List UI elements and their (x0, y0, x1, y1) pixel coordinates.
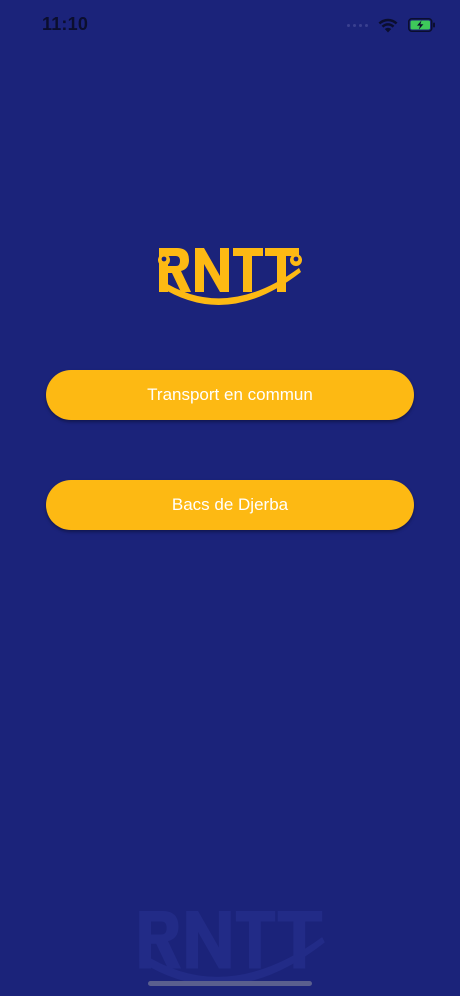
battery-charging-icon (408, 18, 435, 32)
home-indicator[interactable] (148, 981, 312, 986)
status-time: 11:10 (42, 14, 89, 34)
rntt-watermark-logo (139, 911, 325, 986)
rntt-logo (158, 248, 302, 305)
status-bar: 11:10 (0, 0, 460, 50)
app-screen: 11:10 Transport en commun Bacs de Djerba (0, 0, 460, 996)
wifi-icon (378, 18, 398, 32)
transport-en-commun-button[interactable]: Transport en commun (46, 370, 414, 420)
dots-icon (347, 23, 368, 27)
status-icons (347, 14, 436, 36)
bacs-de-djerba-button[interactable]: Bacs de Djerba (46, 480, 414, 530)
